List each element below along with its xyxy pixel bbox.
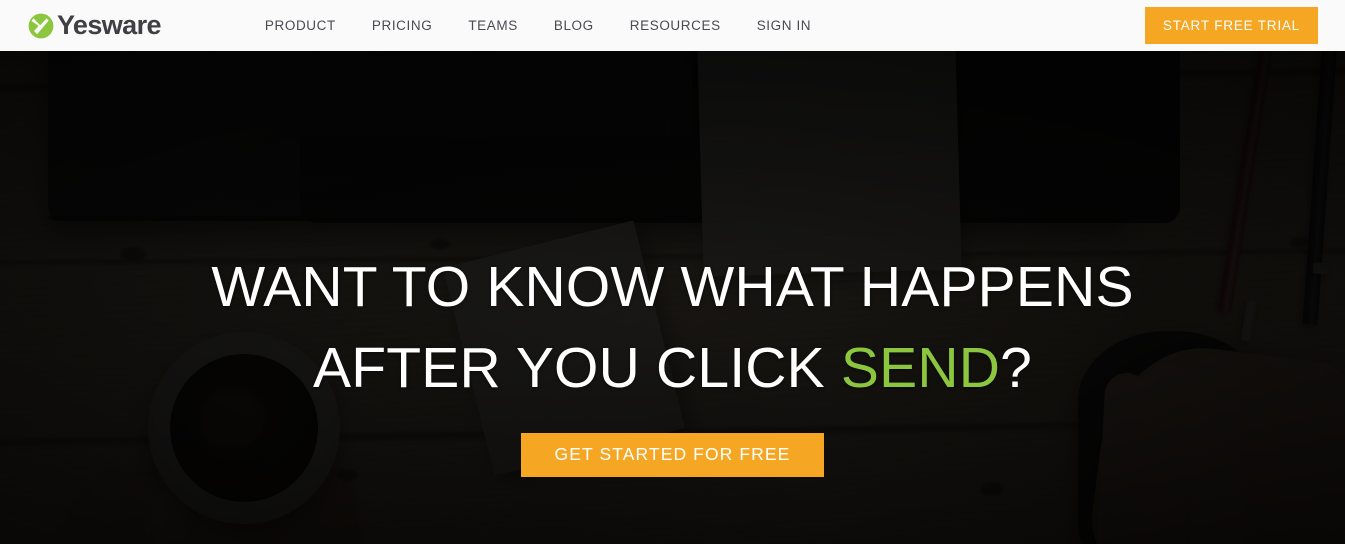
nav-item-teams[interactable]: TEAMS [450, 0, 536, 51]
hero-headline-line-2-pre: AFTER YOU CLICK [313, 335, 841, 400]
get-started-for-free-button[interactable]: GET STARTED FOR FREE [520, 432, 825, 477]
nav-item-blog[interactable]: BLOG [536, 0, 612, 51]
hero-headline-line-2-post: ? [1000, 335, 1032, 400]
hero-headline: WANT TO KNOW WHAT HAPPENS AFTER YOU CLIC… [0, 247, 1345, 409]
nav-item-sign-in[interactable]: SIGN IN [739, 0, 829, 51]
hero-section: WANT TO KNOW WHAT HAPPENS AFTER YOU CLIC… [0, 51, 1345, 544]
nav-item-product[interactable]: PRODUCT [247, 0, 354, 51]
hero-headline-line-2: AFTER YOU CLICK SEND? [0, 328, 1345, 409]
start-free-trial-button[interactable]: START FREE TRIAL [1144, 7, 1318, 44]
hero-headline-send-accent: SEND [840, 335, 1001, 400]
primary-navigation: PRODUCT PRICING TEAMS BLOG RESOURCES SIG… [247, 0, 829, 51]
brand-logo[interactable]: Yesware [28, 0, 162, 51]
brand-wordmark: Yesware [57, 10, 162, 40]
nav-item-resources[interactable]: RESOURCES [612, 0, 739, 51]
nav-item-pricing[interactable]: PRICING [354, 0, 450, 51]
hero-content: WANT TO KNOW WHAT HAPPENS AFTER YOU CLIC… [0, 51, 1345, 544]
yesware-circle-y-icon [28, 13, 54, 39]
site-header: Yesware PRODUCT PRICING TEAMS BLOG RESOU… [0, 0, 1345, 51]
hero-headline-line-1: WANT TO KNOW WHAT HAPPENS [211, 255, 1134, 319]
